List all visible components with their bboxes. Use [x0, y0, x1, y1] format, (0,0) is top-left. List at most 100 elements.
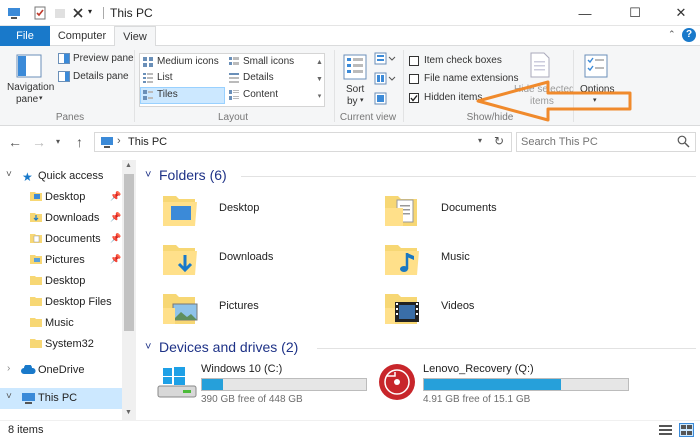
search-input[interactable]	[521, 135, 671, 149]
address-bar[interactable]: › This PC ▾ ↻	[94, 132, 512, 152]
folders-section-header[interactable]: Folders (6)	[159, 167, 227, 183]
quick-access-dropdown-icon[interactable]: ▾	[88, 7, 104, 23]
collapse-chevron-icon[interactable]: ˅	[145, 169, 151, 181]
folder-tile-pictures[interactable]: Pictures	[159, 286, 359, 332]
search-icon[interactable]	[677, 135, 690, 151]
scroll-down-icon[interactable]: ▼	[125, 409, 132, 416]
layout-details[interactable]: Details	[229, 71, 311, 85]
ribbon-tabs: File Computer View ⌃ ?	[0, 26, 700, 47]
pin-icon[interactable]: 📌	[110, 254, 121, 265]
layout-more-icon[interactable]: ▾	[315, 88, 324, 105]
item-check-boxes-label: Item check boxes	[424, 55, 502, 66]
tab-view[interactable]: View	[114, 26, 156, 47]
pin-icon[interactable]: 📌	[110, 212, 121, 223]
ribbon-collapse-icon[interactable]: ⌃	[668, 29, 676, 40]
maximize-button[interactable]: ☐	[612, 0, 658, 26]
pin-icon[interactable]: 📌	[110, 233, 121, 244]
section-divider	[241, 176, 696, 177]
layout-group-label: Layout	[217, 112, 249, 123]
panes-group-label: Panes	[55, 112, 85, 123]
nav-item-downloads[interactable]: Downloads 📌	[0, 208, 122, 229]
preview-pane-button[interactable]: Preview pane	[58, 52, 134, 66]
hide-selected-items-button[interactable]: Hide selected items	[512, 50, 575, 108]
new-folder-icon[interactable]	[52, 5, 68, 21]
folder-tile-videos[interactable]: Videos	[381, 286, 581, 332]
hidden-items-checkbox[interactable]	[409, 93, 419, 103]
layout-tiles[interactable]: Tiles	[143, 88, 225, 102]
layout-scroll-up-icon[interactable]: ▲	[315, 54, 324, 71]
help-button[interactable]: ?	[682, 28, 696, 42]
scroll-up-icon[interactable]: ▲	[125, 162, 132, 169]
add-columns-icon[interactable]	[374, 72, 396, 89]
desktop-folder-icon	[161, 192, 201, 231]
drive-usage-fill	[202, 379, 224, 390]
nav-item-this-pc[interactable]: ˅ This PC	[0, 388, 122, 409]
layout-content[interactable]: Content	[229, 88, 311, 102]
folder-tile-music[interactable]: Music	[381, 237, 581, 283]
file-name-extensions-checkbox[interactable]	[409, 74, 419, 84]
address-dropdown-icon[interactable]: ▾	[478, 136, 482, 145]
sort-by-button[interactable]: Sort by ▾	[340, 52, 370, 110]
folder-tile-desktop[interactable]: Desktop	[159, 188, 359, 234]
search-box[interactable]	[516, 132, 696, 152]
folder-tile-documents[interactable]: Documents	[381, 188, 581, 234]
layout-list[interactable]: List	[143, 71, 225, 85]
tab-file[interactable]: File	[0, 26, 50, 46]
nav-item-desktop-2[interactable]: Desktop	[0, 271, 122, 292]
minimize-button[interactable]: —	[562, 0, 608, 26]
nav-item-desktop-files[interactable]: Desktop Files	[0, 292, 122, 313]
refresh-icon[interactable]: ↻	[494, 134, 504, 148]
pin-icon[interactable]: 📌	[110, 191, 121, 202]
layout-small-icons[interactable]: Small icons	[229, 55, 311, 69]
properties-icon[interactable]	[32, 5, 48, 21]
drive-tile-c[interactable]: Windows 10 (C:) 390 GB free of 448 GB	[141, 360, 371, 406]
large-icons-view-icon[interactable]	[679, 423, 694, 437]
breadcrumb-chevron-icon[interactable]: ›	[117, 135, 121, 147]
hide-selected-icon	[529, 52, 551, 81]
ribbon-separator	[334, 50, 335, 122]
nav-item-system32[interactable]: System32	[0, 334, 122, 355]
delete-icon[interactable]	[70, 5, 86, 21]
nav-item-quick-access[interactable]: ˅ ★ Quick access	[0, 166, 122, 187]
navigation-pane-button[interactable]: Navigation pane ▾	[4, 50, 54, 108]
details-pane-button[interactable]: Details pane	[58, 70, 130, 84]
navigation-pane-dropdown-icon: ▾	[39, 95, 43, 102]
drives-section-header[interactable]: Devices and drives (2)	[159, 339, 298, 355]
item-check-boxes-checkbox[interactable]	[409, 56, 419, 66]
content-area: ˅ Folders (6) Desktop Documents Download…	[141, 160, 700, 420]
nav-item-pictures[interactable]: Pictures 📌	[0, 250, 122, 271]
explorer-icon[interactable]	[6, 5, 22, 21]
options-button[interactable]: Options ▾	[578, 52, 618, 110]
nav-scrollbar-thumb[interactable]	[124, 174, 134, 331]
downloads-folder-icon	[161, 241, 201, 280]
nav-item-music[interactable]: Music	[0, 313, 122, 334]
size-columns-icon[interactable]	[374, 92, 388, 109]
recent-locations-icon[interactable]: ▾	[56, 137, 60, 146]
back-arrow-icon[interactable]: ←	[8, 134, 22, 150]
up-arrow-icon[interactable]: ↑	[76, 134, 83, 150]
breadcrumb-this-pc[interactable]: This PC	[128, 136, 167, 148]
layout-scroll-down-icon[interactable]: ▼	[315, 71, 324, 88]
expand-chevron-icon[interactable]: ›	[7, 363, 10, 374]
forward-arrow-icon[interactable]: →	[32, 134, 46, 150]
group-by-icon[interactable]	[374, 52, 396, 69]
tab-computer[interactable]: Computer	[50, 26, 114, 46]
nav-item-documents[interactable]: Documents 📌	[0, 229, 122, 250]
expand-chevron-icon[interactable]: ˅	[6, 169, 12, 180]
nav-item-label: Quick access	[38, 170, 104, 182]
navigation-pane-label: Navigation	[7, 82, 55, 93]
layout-list-label: List	[157, 72, 173, 83]
nav-item-onedrive[interactable]: › OneDrive	[0, 360, 122, 381]
close-button[interactable]: ✕	[658, 0, 700, 26]
collapse-chevron-icon[interactable]: ˅	[145, 341, 151, 353]
layout-medium-icons[interactable]: Medium icons	[143, 55, 225, 69]
details-view-icon[interactable]	[659, 424, 672, 439]
drive-free-space: 4.91 GB free of 15.1 GB	[423, 394, 531, 405]
folder-tile-downloads[interactable]: Downloads	[159, 237, 359, 283]
status-bar: 8 items	[0, 420, 700, 439]
expand-chevron-icon[interactable]: ˅	[6, 391, 12, 402]
title-bar: ▾ This PC — ☐ ✕	[0, 0, 700, 26]
address-row: ← → ▾ ↑ › This PC ▾ ↻	[0, 127, 700, 157]
drive-tile-q[interactable]: Lenovo_Recovery (Q:) 4.91 GB free of 15.…	[363, 360, 629, 406]
nav-item-desktop[interactable]: Desktop 📌	[0, 187, 122, 208]
